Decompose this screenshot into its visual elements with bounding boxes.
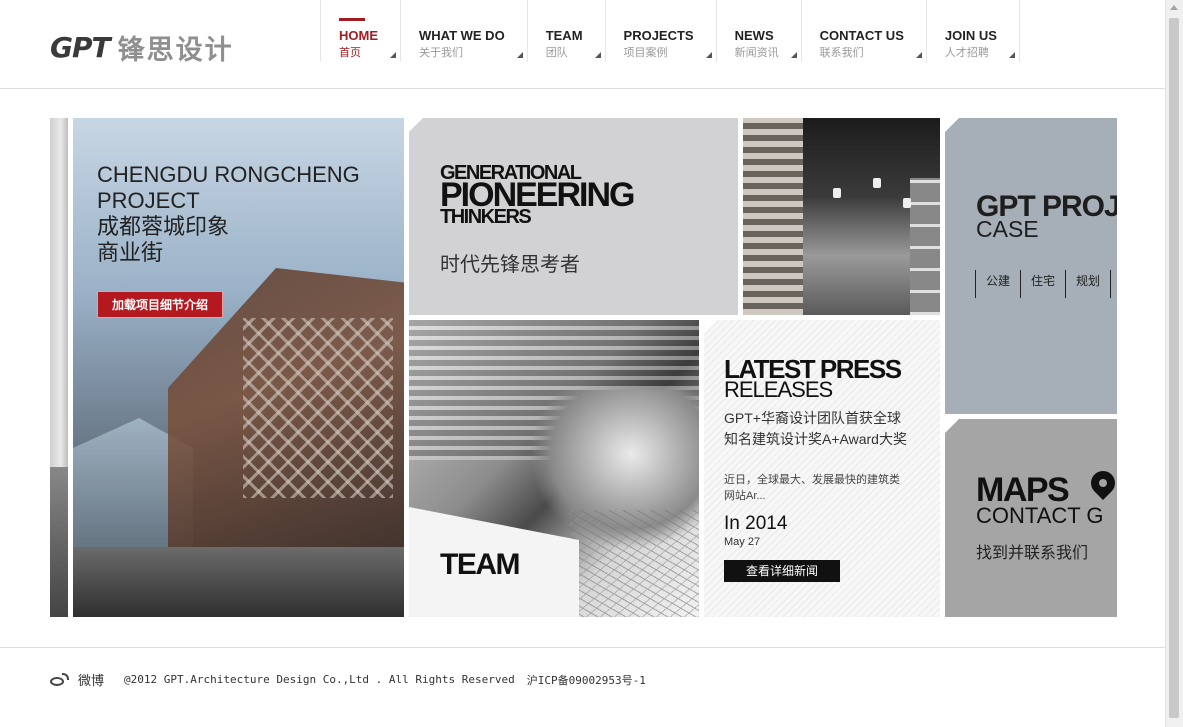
generational-tile[interactable]: GENERATIONAL PIONEERING THINKERS 时代先锋思考者: [409, 118, 738, 315]
nav-join-us[interactable]: JOIN US 人才招聘: [927, 0, 1020, 62]
project-title-en-1: CHENGDU RONGCHENG: [97, 162, 360, 187]
site-header: GPT 锋思设计 HOME 首页 WHAT WE DO 关于我们 TEAM 团队…: [0, 0, 1166, 89]
thinkers-line: THINKERS: [440, 206, 532, 228]
project-title-cn-1: 成都蓉城印象: [97, 214, 230, 239]
nav-label: WHAT WE DO: [419, 28, 505, 43]
featured-project-tile[interactable]: CHENGDU RONGCHENG PROJECT 成都蓉城印象 商业街 加载项…: [73, 118, 404, 617]
press-excerpt: 近日，全球最大、发展最快的建筑类网站Ar...: [724, 474, 900, 502]
press-tile[interactable]: LATEST PRESS RELEASES GPT+华裔设计团队首获全球知名建筑…: [704, 320, 940, 617]
scroll-up-arrow-icon[interactable]: [1170, 5, 1178, 10]
project-title-en-2: PROJECT: [97, 188, 200, 213]
nav-team[interactable]: TEAM 团队: [528, 0, 606, 62]
project-image-lattice: [243, 318, 393, 498]
maps-subtitle: CONTACT G: [976, 503, 1104, 528]
nav-sublabel: 首页: [339, 47, 361, 59]
nav-home[interactable]: HOME 首页: [320, 0, 401, 62]
nav-news[interactable]: NEWS 新闻资讯: [717, 0, 802, 62]
previous-slide-image: [50, 467, 68, 617]
tag-residential[interactable]: 住宅: [1020, 270, 1065, 298]
interior-photo-tile[interactable]: [743, 118, 940, 315]
project-details-button[interactable]: 加载项目细节介绍: [97, 291, 224, 318]
vertical-scrollbar[interactable]: [1165, 0, 1183, 727]
press-date: May 27: [724, 536, 761, 548]
previous-slide-edge[interactable]: [50, 118, 68, 617]
project-title-cn-2: 商业街: [97, 240, 164, 265]
photo-shelf: [910, 178, 940, 315]
team-label: TEAM: [440, 548, 521, 581]
team-tile[interactable]: TEAM: [409, 320, 699, 617]
logo[interactable]: GPT 锋思设计: [50, 28, 234, 67]
project-image-street: [73, 547, 404, 617]
nav-sublabel: 新闻资讯: [734, 47, 779, 59]
logo-mark: GPT: [50, 31, 111, 64]
main-nav: HOME 首页 WHAT WE DO 关于我们 TEAM 团队 PROJECTS…: [320, 0, 1020, 88]
nav-label: PROJECTS: [623, 28, 694, 43]
photo-wood-slats: [743, 118, 803, 315]
maps-cn: 找到并联系我们: [976, 545, 1089, 562]
nav-label: NEWS: [734, 28, 774, 43]
generational-cn: 时代先锋思考者: [440, 254, 580, 276]
nav-label: HOME: [339, 28, 378, 43]
nav-sublabel: 项目案例: [623, 47, 668, 59]
project-category-tags: 公建 住宅 规划: [975, 270, 1117, 298]
nav-label: JOIN US: [944, 28, 997, 43]
pendant-lamp: [903, 198, 911, 208]
nav-what-we-do[interactable]: WHAT WE DO 关于我们: [401, 0, 528, 62]
nav-sublabel: 关于我们: [419, 47, 463, 59]
nav-label: CONTACT US: [819, 28, 904, 43]
nav-sublabel: 联系我们: [819, 47, 864, 59]
icp-license[interactable]: 沪ICP备09002953号-1: [527, 672, 646, 688]
weibo-link[interactable]: 微博: [78, 670, 104, 689]
scrollbar-thumb[interactable]: [1169, 18, 1179, 718]
press-subtitle: RELEASES: [724, 377, 833, 402]
tag-public[interactable]: 公建: [975, 270, 1020, 298]
tag-planning[interactable]: 规划: [1065, 270, 1110, 298]
pendant-lamp: [873, 178, 881, 188]
footer-divider: [0, 647, 1166, 648]
nav-projects[interactable]: PROJECTS 项目案例: [606, 0, 717, 62]
gpt-projects-subtitle: CASE: [976, 216, 1039, 242]
tag-more[interactable]: [1110, 270, 1117, 298]
corner-arrow-icon: [915, 52, 922, 58]
logo-name: 锋思设计: [117, 35, 234, 65]
corner-arrow-icon: [790, 52, 797, 58]
press-details-button[interactable]: 查看详细新闻: [724, 560, 840, 582]
copyright-text: @2012 GPT.Architecture Design Co.,Ltd . …: [124, 673, 515, 686]
weibo-icon[interactable]: [50, 672, 69, 687]
corner-arrow-icon: [390, 52, 396, 58]
corner-arrow-icon: [705, 52, 712, 58]
team-image-sketch: [569, 510, 699, 617]
corner-arrow-icon: [1008, 52, 1015, 58]
nav-contact-us[interactable]: CONTACT US 联系我们: [802, 0, 927, 62]
project-title: CHENGDU RONGCHENG PROJECT 成都蓉城印象 商业街: [97, 162, 360, 266]
nav-label: TEAM: [545, 28, 583, 43]
press-year: In 2014: [724, 513, 788, 534]
gpt-projects-tile[interactable]: GPT PROJ CASE 公建 住宅 规划: [945, 118, 1117, 414]
press-headline[interactable]: GPT+华裔设计团队首获全球知名建筑设计奖A+Award大奖: [724, 408, 909, 450]
map-pin-icon: [1086, 466, 1117, 500]
pendant-lamp: [833, 188, 841, 198]
corner-arrow-icon: [594, 52, 601, 58]
nav-sublabel: 人才招聘: [944, 47, 989, 59]
footer: 微博 @2012 GPT.Architecture Design Co.,Ltd…: [50, 670, 646, 689]
nav-sublabel: 团队: [545, 47, 568, 59]
maps-tile[interactable]: MAPS CONTACT G 找到并联系我们: [945, 419, 1117, 617]
corner-arrow-icon: [516, 52, 523, 58]
